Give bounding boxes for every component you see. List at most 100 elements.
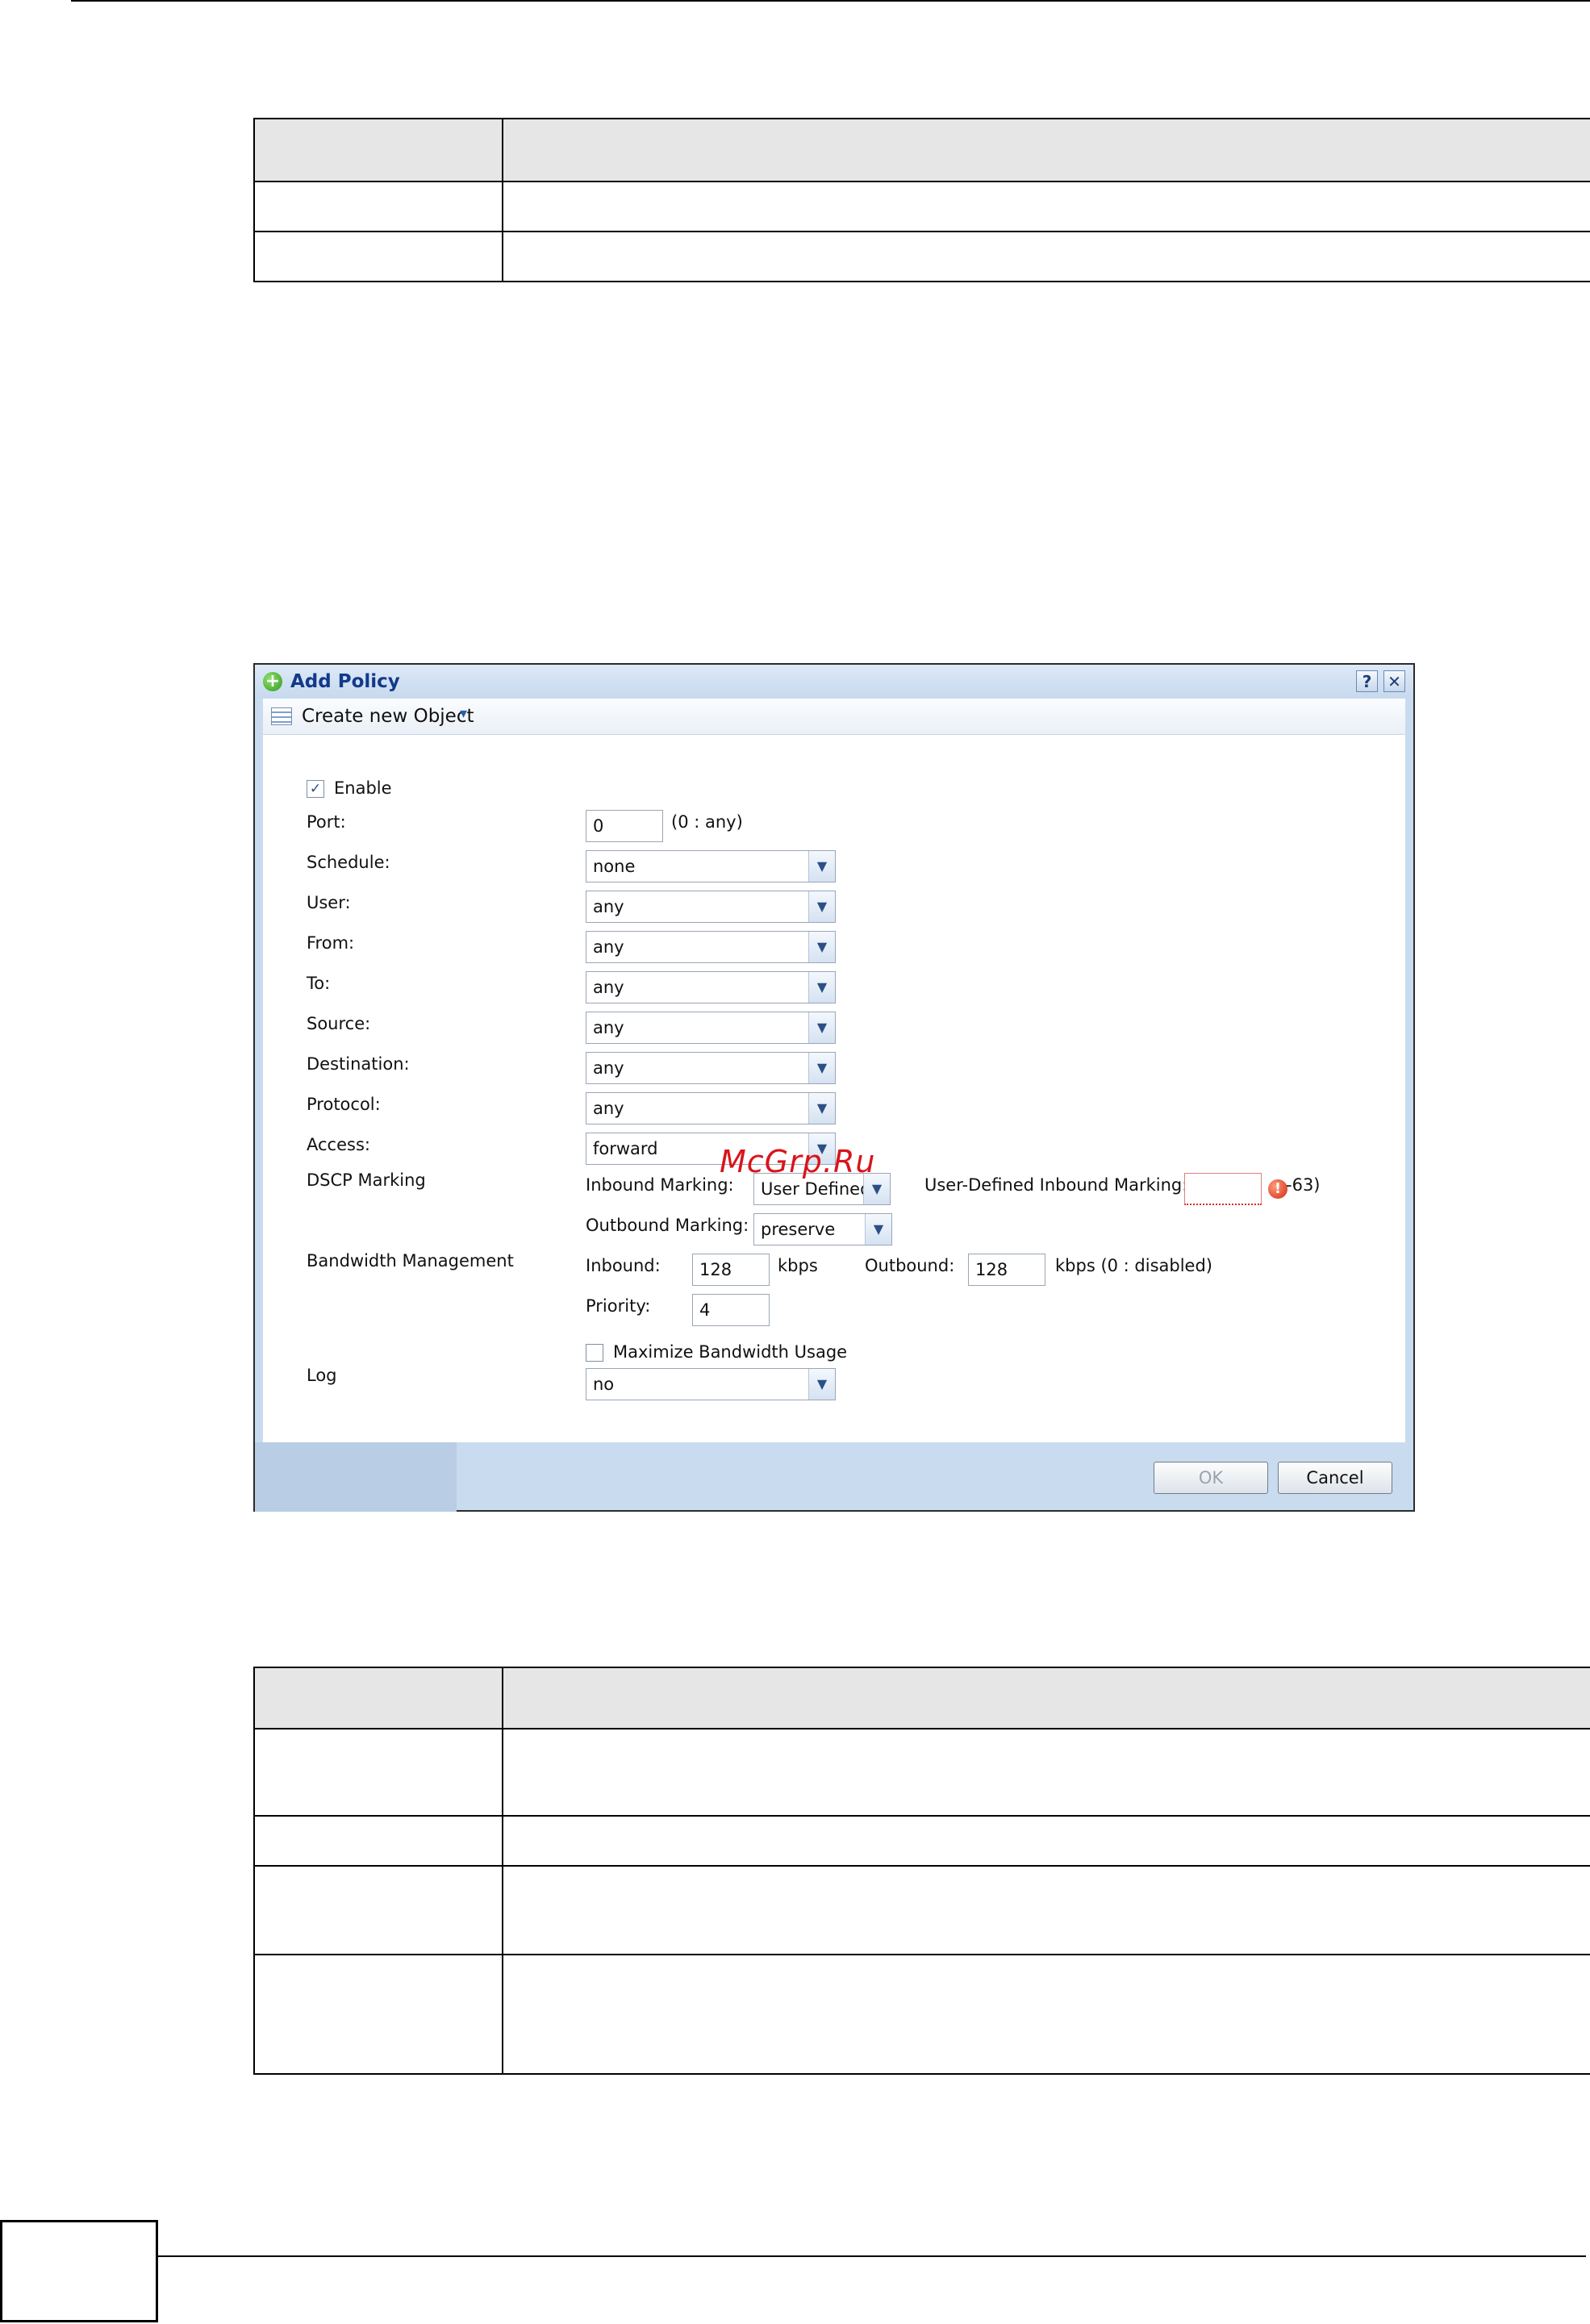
page-number-box xyxy=(0,2220,158,2322)
enable-checkbox[interactable]: ✓ xyxy=(307,780,324,798)
chevron-down-icon[interactable]: ▼ xyxy=(808,1093,835,1124)
outbound-bandwidth-input[interactable]: 128 xyxy=(968,1254,1045,1286)
error-suffix: -63) xyxy=(1286,1175,1321,1195)
protocol-select[interactable]: any ▼ xyxy=(586,1092,836,1124)
dialog-title: Add Policy xyxy=(290,671,400,692)
outbound-marking-label: Outbound Marking: xyxy=(586,1216,749,1235)
table-header-cell xyxy=(502,1667,1590,1729)
schedule-label: Schedule: xyxy=(307,853,390,872)
protocol-value: any xyxy=(593,1099,624,1118)
log-select[interactable]: no ▼ xyxy=(586,1368,836,1400)
chevron-down-icon[interactable]: ▼ xyxy=(808,1053,835,1083)
priority-input[interactable]: 4 xyxy=(692,1294,770,1326)
inbound-marking-label: Inbound Marking: xyxy=(586,1175,734,1195)
port-input[interactable]: 0 xyxy=(586,810,663,842)
close-button[interactable]: ✕ xyxy=(1383,670,1405,692)
error-icon: ! xyxy=(1268,1179,1287,1199)
destination-select[interactable]: any ▼ xyxy=(586,1052,836,1084)
protocol-label: Protocol: xyxy=(307,1095,381,1114)
dialog-footer-panel xyxy=(255,1442,457,1512)
access-value: forward xyxy=(593,1139,658,1158)
dialog-titlebar: + Add Policy ? ✕ xyxy=(255,665,1413,699)
access-label: Access: xyxy=(307,1135,370,1154)
header-rule xyxy=(71,0,1590,2)
table-cell xyxy=(253,1815,503,1867)
port-label: Port: xyxy=(307,812,346,832)
table-row xyxy=(253,1815,1590,1867)
inbound-bandwidth-input[interactable]: 128 xyxy=(692,1254,770,1286)
from-select[interactable]: any ▼ xyxy=(586,931,836,963)
chevron-down-icon[interactable]: ▼ xyxy=(808,1012,835,1043)
table-header-cell xyxy=(502,118,1590,182)
source-value: any xyxy=(593,1018,624,1037)
outbound-unit: kbps (0 : disabled) xyxy=(1055,1256,1212,1275)
chevron-down-icon[interactable]: ▼ xyxy=(808,851,835,882)
table-cell xyxy=(502,231,1590,282)
create-new-object-menu[interactable]: Create new Object xyxy=(302,706,474,727)
table-cell xyxy=(253,1865,503,1955)
schedule-select[interactable]: none ▼ xyxy=(586,850,836,882)
chevron-down-icon[interactable]: ▼ xyxy=(808,932,835,962)
from-value: any xyxy=(593,937,624,957)
source-label: Source: xyxy=(307,1014,371,1033)
priority-label: Priority: xyxy=(586,1296,651,1316)
from-label: From: xyxy=(307,933,355,953)
table-cell xyxy=(253,1954,503,2075)
table-cell xyxy=(502,1728,1590,1817)
bandwidth-management-label: Bandwidth Management xyxy=(307,1251,514,1270)
table-cell xyxy=(253,1728,503,1817)
table-row xyxy=(253,1954,1590,2075)
to-select[interactable]: any ▼ xyxy=(586,971,836,1003)
table-cell xyxy=(253,231,503,282)
table-row xyxy=(253,1865,1590,1955)
user-label: User: xyxy=(307,893,351,912)
table-cell xyxy=(502,1815,1590,1867)
chevron-down-icon[interactable]: ▼ xyxy=(808,891,835,922)
add-policy-dialog: + Add Policy ? ✕ Create new Object ▾ ✓ E… xyxy=(253,663,1415,1512)
maximize-bandwidth-checkbox[interactable] xyxy=(586,1344,603,1362)
table-cell xyxy=(502,1954,1590,2075)
dscp-marking-label: DSCP Marking xyxy=(307,1170,426,1190)
user-defined-inbound-input[interactable] xyxy=(1184,1173,1262,1205)
table-cell xyxy=(253,181,503,232)
table-row xyxy=(253,1728,1590,1817)
user-select[interactable]: any ▼ xyxy=(586,891,836,923)
log-value: no xyxy=(593,1375,615,1394)
user-value: any xyxy=(593,897,624,916)
table-cell xyxy=(502,1865,1590,1955)
chevron-down-icon[interactable]: ▼ xyxy=(865,1214,891,1245)
watermark: McGrp.Ru xyxy=(720,1144,876,1179)
maximize-bandwidth-label: Maximize Bandwidth Usage xyxy=(613,1342,848,1362)
dialog-toolbar: Create new Object ▾ xyxy=(263,699,1405,735)
chevron-down-icon[interactable]: ▾ xyxy=(460,705,467,722)
source-select[interactable]: any ▼ xyxy=(586,1012,836,1044)
to-value: any xyxy=(593,978,624,997)
ok-button[interactable]: OK xyxy=(1154,1462,1268,1494)
destination-value: any xyxy=(593,1058,624,1078)
help-button[interactable]: ? xyxy=(1356,670,1378,692)
chevron-down-icon[interactable]: ▼ xyxy=(808,1369,835,1400)
dialog-content: ✓ Enable Port: 0 (0 : any) Schedule: non… xyxy=(263,735,1405,1442)
object-list-icon xyxy=(271,707,292,725)
bottom-table xyxy=(253,1667,1590,2075)
user-defined-inbound-label: User-Defined Inbound Marking: xyxy=(924,1175,1188,1195)
table-header-row xyxy=(253,118,1590,182)
port-hint: (0 : any) xyxy=(671,812,743,832)
table-header-cell xyxy=(253,1667,503,1729)
outbound-label: Outbound: xyxy=(865,1256,955,1275)
top-table xyxy=(253,118,1590,282)
table-header-cell xyxy=(253,118,503,182)
table-header-row xyxy=(253,1667,1590,1729)
table-row xyxy=(253,231,1590,282)
inbound-unit: kbps xyxy=(778,1256,818,1275)
footer-rule xyxy=(158,2255,1586,2257)
log-label: Log xyxy=(307,1366,337,1385)
table-row xyxy=(253,181,1590,232)
cancel-button[interactable]: Cancel xyxy=(1278,1462,1392,1494)
outbound-marking-select[interactable]: preserve ▼ xyxy=(753,1213,892,1245)
to-label: To: xyxy=(307,974,331,993)
outbound-marking-value: preserve xyxy=(761,1220,836,1239)
chevron-down-icon[interactable]: ▼ xyxy=(808,972,835,1003)
add-circle-icon: + xyxy=(263,672,282,691)
schedule-value: none xyxy=(593,857,636,876)
